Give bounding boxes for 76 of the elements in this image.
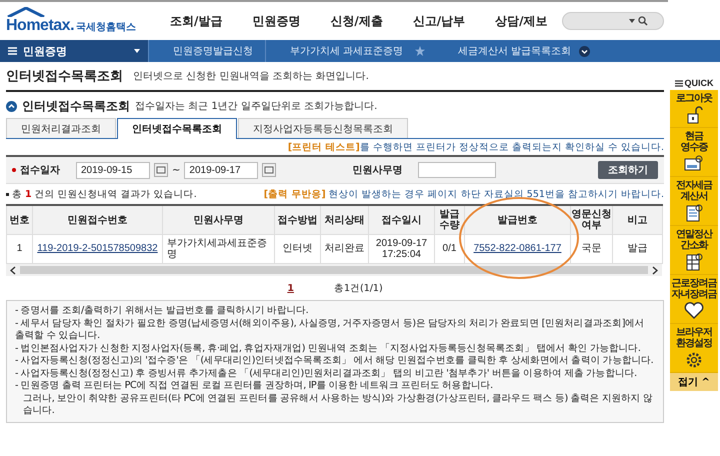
nav-menu-item[interactable]: 조회/발급 [170,12,222,30]
section-note: 접수일자는 최근 1년간 일주일단위로 조회가능합니다. [135,100,378,113]
column-header: 접수방법 [274,205,320,234]
column-header: 접수일시 [368,205,434,234]
quick-menu-item[interactable]: 연말정산 간소화 [670,226,718,275]
search-icon[interactable] [638,16,648,26]
quick-menu-item[interactable]: 전자세금 계산서 [670,177,718,226]
note-text: - 세무서 담당자 확인 절차가 필요한 증명(납세증명서(해외이주용), 사실증명, 거주자증명서 등)은 담당자의 처리가 완료되면 [민원처리결과조회]에서 출력할 수 있습니다. [15,318,646,342]
bullet-icon [6,192,9,196]
scroll-right-icon[interactable] [652,266,658,274]
search-field[interactable] [562,12,664,30]
range-separator: ~ [172,164,180,176]
nav-menu-item[interactable]: 신고/납부 [412,12,466,30]
spreadsheet-icon [684,253,704,271]
no-response-notice: 현상이 발생하는 경우 페이지 하단 자료실의 551번을 참고하시기 바랍니다. [328,188,664,200]
collapse-button[interactable]: 접기 ^ [670,373,718,391]
bullet-circle-icon [6,100,17,112]
nav-menu-item[interactable]: 민원증명 [252,12,300,30]
pagination-summary: 총1건(1/1) [334,282,383,294]
search-button[interactable]: 조회하기 [598,161,658,179]
ticker-link[interactable]: 세금계산서 발급목록조회 [458,44,571,58]
quick-menu-item[interactable]: 로그아웃 [670,90,718,128]
date-field[interactable]: 2019-09-17 [184,162,258,178]
column-header: 민원접수번호 [32,205,162,234]
house-roof-icon [6,7,46,17]
star-icon[interactable] [415,46,426,56]
gear-icon [684,351,704,369]
breadcrumb-link[interactable]: 부가가치세 과세표준증명 [265,40,416,62]
note-text: - 사업자등록신청(정정신고) 후 증빙서류 추가제출은 「(세무대리인)민원처리결과조회」 탭의 비고란 '첨부추가' 버튼을 이용하여 제출 가능합니다. [15,368,638,380]
column-header: 비고 [612,205,662,234]
heart-icon [684,302,704,320]
scroll-left-icon[interactable] [10,266,16,274]
note-text: 그러나, 보안이 취약한 공유프린터(타 PC에 연결된 프린터를 공유해서 사용하는 방식)와 가상환경(가상프린터, 클라우드 팩스 등) 출력은 지원하지 않습니다. [22,392,654,418]
menu-icon [674,80,682,86]
nav-menu-item[interactable]: 신청/제출 [330,12,383,30]
column-header: 영문신청 여부 [570,205,612,234]
section-title: 인터넷접수목록조회 [22,98,130,114]
date-label: 접수일자 [20,164,61,177]
chevron-down-icon[interactable] [579,46,590,56]
service-name-label: 민원사무명 [352,164,404,177]
nav-menu-item[interactable]: 상담/제보 [495,12,548,30]
tab[interactable]: 인터넷접수목록조회 [117,118,237,139]
note-text: - 민원증명 출력 프린터는 PC에 직접 연결된 로컬 프린터를 권장하며, IP를 이용한 네트워크 프린터도 허용합니다. [15,380,494,392]
quick-menu-item[interactable]: 현금 영수증 [670,128,718,177]
calendar-icon[interactable] [154,163,168,177]
required-mark-icon [12,168,16,172]
page-description: 인터넷으로 신청한 민원내역을 조회하는 화면입니다. [133,70,369,83]
tab[interactable]: 민원처리결과조회 [6,118,116,138]
date-field[interactable]: 2019-09-15 [76,162,150,178]
dropdown-caret-icon[interactable] [629,19,635,23]
result-summary: 총 1 건의 민원신청내역 결과가 있습니다. [12,188,197,200]
menu-dropdown[interactable]: 민원증명 [0,40,148,62]
note-text: - 사업자등록신청(정정신고)의 '접수증'은 「(세무대리인)인터넷접수목록조회」 에서 해당 민원접수번호를 클릭한 후 상세화면에서 출력이 가능합니다. [15,355,654,368]
column-header: 발급 수량 [434,205,464,234]
menu-icon [8,47,17,55]
page-link[interactable]: 1 [287,282,294,294]
caret-icon [134,49,140,53]
horizontal-scrollbar[interactable] [6,264,662,276]
service-name-field[interactable] [418,162,496,178]
quick-menu-title: QUICK [684,78,714,88]
breadcrumb-link[interactable]: 민원증명발급신청 [148,40,265,62]
card-icon [684,155,704,173]
document-icon [684,204,704,222]
logo-text[interactable]: Hometax. [6,17,74,35]
quick-menu-item[interactable]: 근로장려금 자녀장려금 [670,275,718,324]
column-header: 처리상태 [320,205,368,234]
note-text: - 법인본점사업자가 신청한 지정사업자(등록, 휴·폐업, 휴업자재개업) 민원내역 조회는 「지정사업자등록등신청목록조회」 탭에서 확인 가능합니다. [15,342,642,355]
calendar-icon[interactable] [262,163,276,177]
page-title: 인터넷접수목록조회 [6,68,123,85]
logo-korean-text[interactable]: 국세청홈택스 [76,20,136,34]
tab[interactable]: 지정사업자등록등신청목록조회 [238,118,408,138]
note-text: - 증명서를 조회/출력하기 위해서는 발급번호를 클릭하시기 바랍니다. [15,305,310,318]
column-header: 발급번호 [464,205,570,234]
printer-notice-text: 를 수행하면 프린터가 정상적으로 출력되는지 확인하실 수 있습니다. [360,140,664,154]
column-header: 민원사무명 [162,205,274,234]
column-header: 번호 [6,205,32,234]
